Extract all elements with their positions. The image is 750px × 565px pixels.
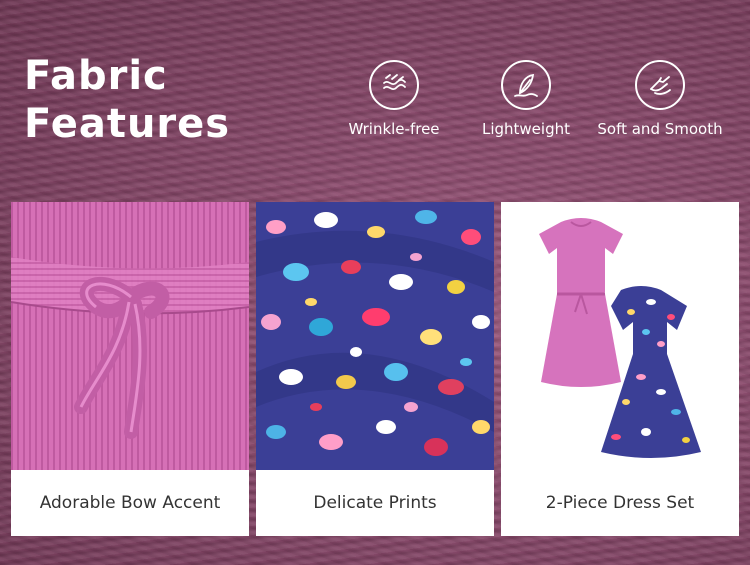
title-line-1: Fabric	[24, 53, 168, 99]
feather-icon	[501, 60, 551, 110]
feature-label: Soft and Smooth	[597, 120, 723, 138]
card-delicate-prints: Delicate Prints	[256, 202, 494, 536]
feature-lightweight: Lightweight	[451, 60, 601, 138]
title-line-2: Features	[24, 101, 231, 147]
card-caption: 2-Piece Dress Set	[545, 493, 695, 513]
feature-label: Wrinkle-free	[348, 120, 440, 138]
hand-smooth-icon	[635, 60, 685, 110]
page-title: Fabric Features	[24, 52, 230, 148]
card-caption: Adorable Bow Accent	[39, 493, 221, 513]
card-dress-set: 2-Piece Dress Set	[501, 202, 739, 536]
dress-set-photo	[501, 202, 739, 470]
feature-soft-smooth: Soft and Smooth	[585, 60, 735, 138]
print-fabric-photo	[256, 202, 494, 470]
fabric-features-banner: Fabric Features Wrinkle-free Lightweight	[0, 0, 750, 565]
bow-accent-photo	[11, 202, 249, 470]
wrinkle-free-icon	[369, 60, 419, 110]
feature-label: Lightweight	[481, 120, 570, 138]
card-caption: Delicate Prints	[313, 493, 437, 513]
feature-wrinkle-free: Wrinkle-free	[319, 60, 469, 138]
card-bow-accent: Adorable Bow Accent	[11, 202, 249, 536]
